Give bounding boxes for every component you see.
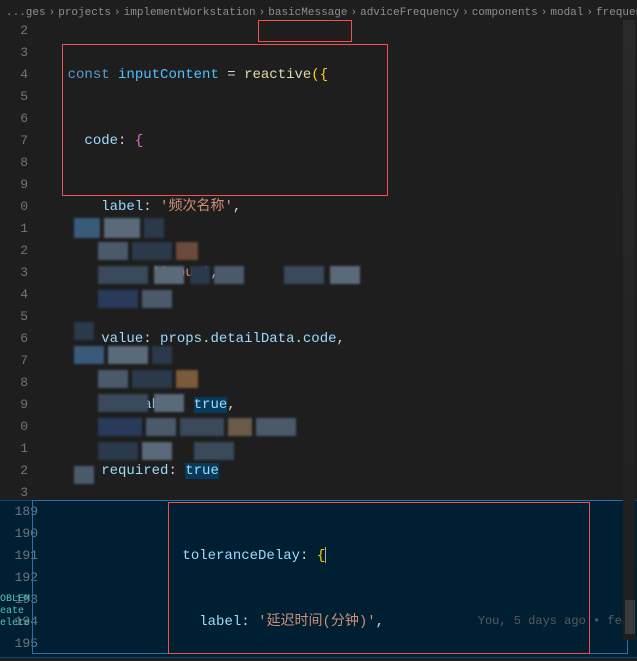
breadcrumb-sep: › [541,7,548,19]
string: '延迟时间(分钟)' [258,614,376,630]
line-number: 4 [0,64,28,86]
code-line[interactable]: label: '延迟时间(分钟)', [48,611,527,633]
variable: inputContent [118,67,219,83]
peek-side-labels: OBLEM eate elete [0,594,30,630]
code-line[interactable]: label: '频次名称', [34,196,637,218]
breadcrumb-item[interactable]: projects [58,7,111,19]
line-number: 2 [0,20,28,42]
line-number: 3 [0,42,28,64]
line-number: 3 [0,262,28,284]
property: code [84,133,118,149]
peek-code[interactable]: toleranceDelay: { label: '延迟时间(分钟)', typ… [48,501,527,661]
line-number: 8 [0,372,28,394]
function-call: reactive [244,67,311,83]
side-label: eate [0,606,30,618]
line-number: 1 [0,218,28,240]
code-line[interactable]: code: { [34,130,637,152]
breadcrumb-sep: › [259,7,266,19]
keyword: const [68,67,110,83]
bracket: { [135,133,143,149]
bracket: ({ [311,67,328,83]
property: label [199,614,241,630]
minimap-thumb[interactable] [625,600,635,634]
bracket: { [317,548,325,564]
minimap[interactable] [623,20,635,640]
peek-gutter: 189 190 191 192 193 194 195 [0,501,44,655]
code-line[interactable]: toleranceDelay: { [48,545,527,567]
line-number: 6 [0,328,28,350]
git-blame: You, 5 days ago • fea [478,610,629,632]
operator: = [227,67,235,83]
line-number: 195 [0,633,38,655]
side-label: elete [0,618,30,630]
caret-icon [325,547,326,563]
breadcrumb-sep: › [351,7,358,19]
breadcrumb-item[interactable]: frequency... [596,7,637,19]
breadcrumb-item[interactable]: modal [550,7,583,19]
line-number: 7 [0,350,28,372]
code-line[interactable]: const inputContent = reactive({ [34,64,637,86]
line-number: 191 [0,545,38,567]
property: toleranceDelay [182,548,300,564]
line-number: 192 [0,567,38,589]
breadcrumb-item[interactable]: ...ges [6,7,46,19]
side-label: OBLEM [0,594,30,606]
breadcrumb-item[interactable]: components [472,7,538,19]
line-number: 190 [0,523,38,545]
line-number: 6 [0,108,28,130]
line-number: 9 [0,394,28,416]
property: label [101,199,143,215]
line-number: 9 [0,174,28,196]
breadcrumb-sep: › [462,7,469,19]
line-number: 7 [0,130,28,152]
breadcrumb-sep: › [49,7,56,19]
line-gutter: 2 3 4 5 6 7 8 9 0 1 2 3 4 5 6 7 8 9 0 1 … [0,20,34,504]
line-number: 1 [0,438,28,460]
line-number: 0 [0,416,28,438]
line-number: 4 [0,284,28,306]
breadcrumb-item[interactable]: basicMessage [268,7,347,19]
breadcrumb-item[interactable]: adviceFrequency [360,7,459,19]
breadcrumb[interactable]: ...ges›projects›implementWorkstation›bas… [0,0,637,22]
line-number: 189 [0,501,38,523]
breadcrumb-sep: › [586,7,593,19]
redacted-region [74,218,434,498]
line-number: 0 [0,196,28,218]
blame-text: You, 5 days ago • fea [478,614,629,628]
line-number: 5 [0,86,28,108]
line-number: 8 [0,152,28,174]
peek-view[interactable]: 189 190 191 192 193 194 195 toleranceDel… [0,500,637,658]
breadcrumb-sep: › [114,7,121,19]
line-number: 5 [0,306,28,328]
line-number: 2 [0,240,28,262]
string: '频次名称' [160,199,233,215]
code-editor[interactable]: ...ges›projects›implementWorkstation›bas… [0,0,637,661]
breadcrumb-item[interactable]: implementWorkstation [124,7,256,19]
line-number: 2 [0,460,28,482]
